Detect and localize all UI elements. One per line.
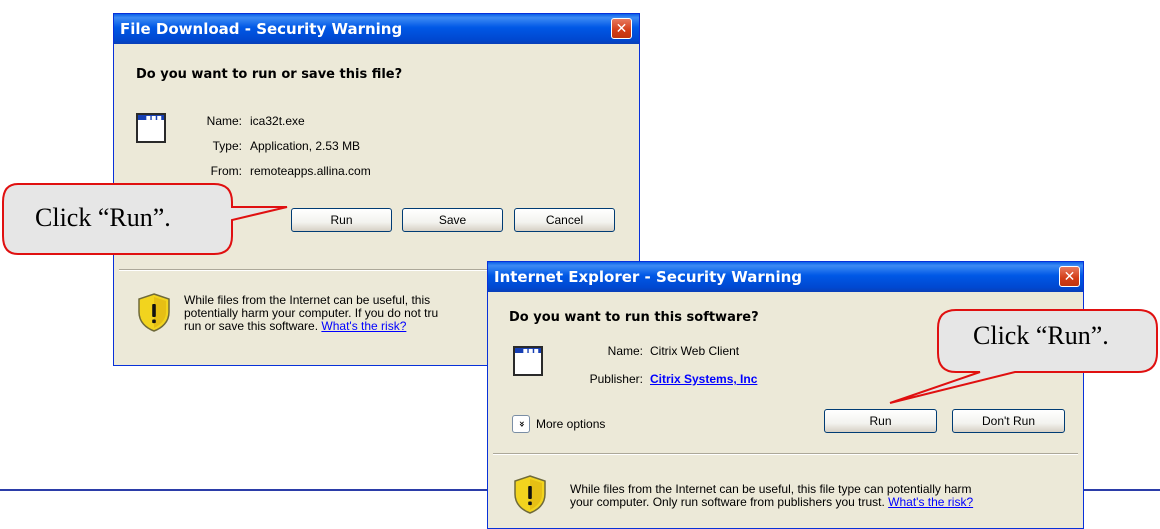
warning-line-3-text: run or save this software. [184, 319, 322, 333]
from-label: From: [210, 164, 242, 178]
app-window-icon: ▪▪▪ [513, 346, 543, 376]
shield-warning-icon [138, 293, 170, 332]
dialog-titlebar: File Download - Security Warning [114, 14, 639, 44]
dialog-question: Do you want to run this software? [509, 310, 759, 325]
more-options-label[interactable]: More options [536, 417, 605, 431]
close-icon[interactable]: ✕ [1059, 266, 1080, 287]
publisher-label: Publisher: [589, 372, 643, 386]
chevron-double-down-icon[interactable]: » [512, 415, 530, 433]
risk-link[interactable]: What's the risk? [321, 319, 406, 333]
name-value: Citrix Web Client [650, 344, 740, 358]
shield-warning-icon [514, 475, 546, 514]
warning-message: While files from the Internet can be use… [570, 483, 1075, 509]
dialog-title: File Download - Security Warning [120, 20, 403, 38]
dialog-title: Internet Explorer - Security Warning [494, 268, 803, 286]
close-icon[interactable]: ✕ [611, 18, 632, 39]
run-button[interactable]: Run [824, 409, 937, 433]
from-value: remoteapps.allina.com [250, 164, 371, 178]
dont-run-button[interactable]: Don't Run [952, 409, 1065, 433]
callout-right-text: Click “Run”. [973, 321, 1109, 350]
callout-left-text: Click “Run”. [35, 203, 171, 232]
save-button[interactable]: Save [402, 208, 503, 232]
publisher-value: Citrix Systems, Inc [650, 372, 757, 386]
risk-link[interactable]: What's the risk? [888, 495, 973, 509]
separator [493, 453, 1078, 455]
dialog-question: Do you want to run or save this file? [136, 67, 403, 82]
warning-line-2-text: your computer. Only run software from pu… [570, 495, 889, 509]
name-label: Name: [206, 114, 242, 128]
type-label: Type: [212, 139, 242, 153]
warning-line-2: your computer. Only run software from pu… [570, 496, 1075, 509]
type-value: Application, 2.53 MB [250, 139, 361, 153]
name-label: Name: [607, 344, 643, 358]
run-button[interactable]: Run [291, 208, 392, 232]
app-window-icon: ▪▪▪ [136, 113, 166, 143]
cancel-button[interactable]: Cancel [514, 208, 615, 232]
dialog-titlebar: Internet Explorer - Security Warning [488, 262, 1083, 292]
publisher-link[interactable]: Citrix Systems, Inc [650, 372, 757, 386]
name-value: ica32t.exe [250, 114, 305, 128]
